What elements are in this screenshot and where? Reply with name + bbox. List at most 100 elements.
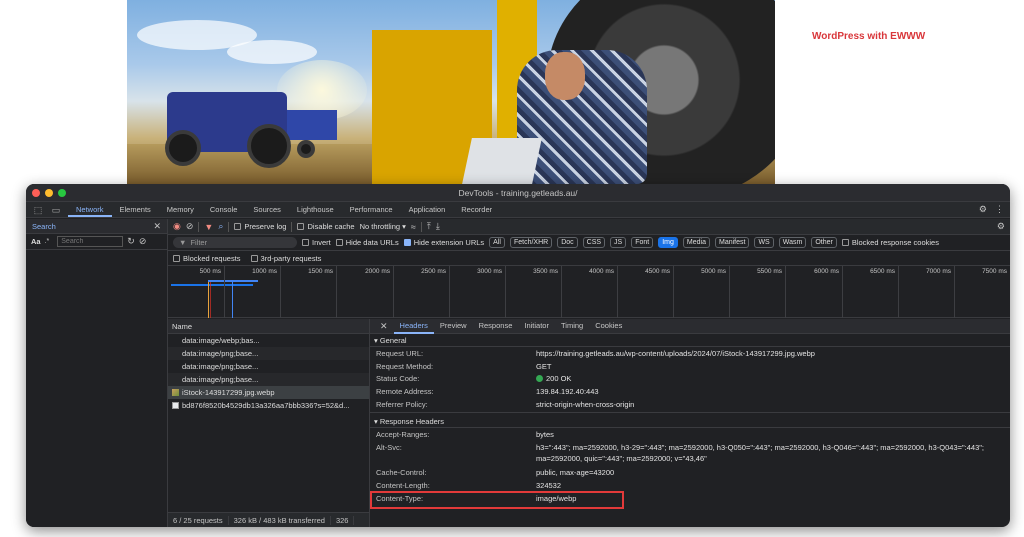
request-row[interactable]: data:image/png;base... [168,373,369,386]
timeline-tick-label: 2500 ms [421,268,446,275]
chip-font[interactable]: Font [631,237,654,248]
timeline-tick-label: 1500 ms [308,268,333,275]
header-row-remote-address: Remote Address: 139.84.192.40:443 [376,387,599,397]
inspect-element-icon[interactable]: ⬚ [32,205,44,215]
clear-icon[interactable]: ⊘ [139,236,147,247]
tab-headers[interactable]: Headers [393,319,434,334]
tab-cookies[interactable]: Cookies [589,319,628,334]
header-row-alt-svc: Alt-Svc: h3=":443"; ma=2592000, h3-29=":4… [376,443,985,463]
request-row-selected[interactable]: iStock-143917299.jpg.webp [168,386,369,399]
search-input[interactable] [57,236,124,247]
tab-response[interactable]: Response [473,319,519,334]
timeline-tick-label: 5500 ms [757,268,782,275]
match-case-toggle[interactable]: Aa [31,237,41,246]
clear-log-icon[interactable]: ⊘ [186,221,194,232]
document-icon [172,402,179,409]
chip-fetch-xhr[interactable]: Fetch/XHR [509,237,553,248]
tab-console[interactable]: Console [202,202,246,217]
request-count: 6 / 25 requests [168,515,229,525]
close-detail-icon[interactable]: ✕ [374,321,394,332]
timeline-gridline [617,266,618,318]
chip-other[interactable]: Other [811,237,837,248]
search-icon[interactable]: ⌕ [218,221,223,232]
more-options-icon[interactable]: ⋮ [995,204,1004,215]
timeline-gridline [729,266,730,318]
blocked-response-cookies-checkbox[interactable]: Blocked response cookies [841,238,939,247]
network-toolbar: ◉ ⊘ ▼ ⌕ Preserve log Disable cache No th… [168,219,1010,235]
timeline-gridline [785,266,786,318]
blocked-requests-checkbox[interactable]: Blocked requests [173,254,241,263]
invert-checkbox[interactable]: Invert [302,238,331,247]
filter-funnel-icon[interactable]: ▼ [204,222,213,232]
third-party-requests-checkbox[interactable]: 3rd-party requests [250,254,321,263]
chip-js[interactable]: JS [610,237,627,248]
tab-sources[interactable]: Sources [245,202,289,217]
timeline-gridline [898,266,899,318]
chip-wasm[interactable]: Wasm [778,237,807,248]
filter-input[interactable]: ▼ Filter [173,237,297,248]
device-toolbar-icon[interactable]: ▭ [50,205,62,215]
hide-extension-urls-checkbox[interactable]: Hide extension URLs [403,238,484,247]
devtools-window: DevTools - training.getleads.au/ ⬚ ▭ Net… [26,184,1010,527]
tab-memory[interactable]: Memory [159,202,202,217]
refresh-icon[interactable]: ↻ [127,236,135,247]
throttling-select[interactable]: No throttling ▾ [360,222,406,231]
response-headers-section-toggle[interactable]: ▾ Response Headers [370,415,1010,429]
request-row[interactable]: data:image/png;base... [168,360,369,373]
resources-size: 326 [331,515,355,525]
settings-gear-icon[interactable]: ⚙ [979,204,987,215]
request-detail-panel: ✕ Headers Preview Response Initiator Tim… [370,319,1010,527]
timeline-tick-label: 3500 ms [533,268,558,275]
timeline-gridline [393,266,394,318]
chip-img[interactable]: Img [658,237,678,248]
record-icon[interactable]: ◉ [173,221,181,232]
brand-label: WordPress with EWWW [812,31,926,42]
general-section-toggle[interactable]: ▾ General [370,334,1010,347]
network-conditions-icon[interactable]: ≈ [411,222,416,232]
filter-bar-secondary: Blocked requests 3rd-party requests [168,251,1010,266]
request-row[interactable]: bd876f8520b4529db13a326aa7bbb336?s=52&d.… [168,399,369,412]
filter-bar: ▼ Filter Invert Hide data URLs Hide exten… [168,235,1010,251]
chip-ws[interactable]: WS [754,237,774,248]
import-har-icon[interactable]: ⤒ [427,221,431,232]
hide-data-urls-checkbox[interactable]: Hide data URLs [335,238,399,247]
network-status-bar: 6 / 25 requests 326 kB / 483 kB transfer… [168,512,369,527]
chip-css[interactable]: CSS [582,237,606,248]
hero-photo [127,0,775,184]
header-row-request-url: Request URL: https://training.getleads.au… [376,349,815,358]
export-har-icon[interactable]: ⤓ [436,221,440,232]
transferred-size: 326 kB / 483 kB transferred [229,515,331,525]
tab-network[interactable]: Network [68,202,112,217]
tab-recorder[interactable]: Recorder [453,202,500,217]
header-row-referrer-policy: Referrer Policy: strict-origin-when-cross… [376,399,635,409]
regex-toggle[interactable]: .* [45,238,50,245]
timeline-gridline [842,266,843,318]
search-tab[interactable]: Search [32,222,56,231]
timeline-gridline [673,266,674,318]
chip-media[interactable]: Media [682,237,710,248]
request-row[interactable]: data:image/png;base... [168,347,369,360]
close-icon[interactable]: ✕ [153,221,161,232]
tab-application[interactable]: Application [401,202,454,217]
tab-lighthouse[interactable]: Lighthouse [289,202,342,217]
tab-timing[interactable]: Timing [555,319,589,334]
chip-all[interactable]: All [489,237,505,248]
tab-elements[interactable]: Elements [112,202,159,217]
preserve-log-checkbox[interactable]: Preserve log [234,222,286,231]
chip-manifest[interactable]: Manifest [714,237,750,248]
timeline-tick-label: 6000 ms [814,268,839,275]
tab-initiator[interactable]: Initiator [518,319,555,334]
chip-doc[interactable]: Doc [557,237,578,248]
disable-cache-checkbox[interactable]: Disable cache [297,222,355,231]
tab-preview[interactable]: Preview [434,319,473,334]
timeline-gridline [280,266,281,318]
request-row[interactable]: data:image/webp;bas... [168,334,369,347]
image-icon [172,389,179,396]
timeline-tick-label: 7000 ms [926,268,951,275]
window-title: DevTools - training.getleads.au/ [458,188,578,198]
network-settings-gear-icon[interactable]: ⚙ [997,221,1005,232]
name-column-header[interactable]: Name [168,319,369,334]
waterfall-overview[interactable]: 500 ms 1000 ms 1500 ms 2000 ms 2500 ms 3000 m… [168,266,1010,318]
timeline-tick-label: 2000 ms [365,268,390,275]
tab-performance[interactable]: Performance [342,202,401,217]
